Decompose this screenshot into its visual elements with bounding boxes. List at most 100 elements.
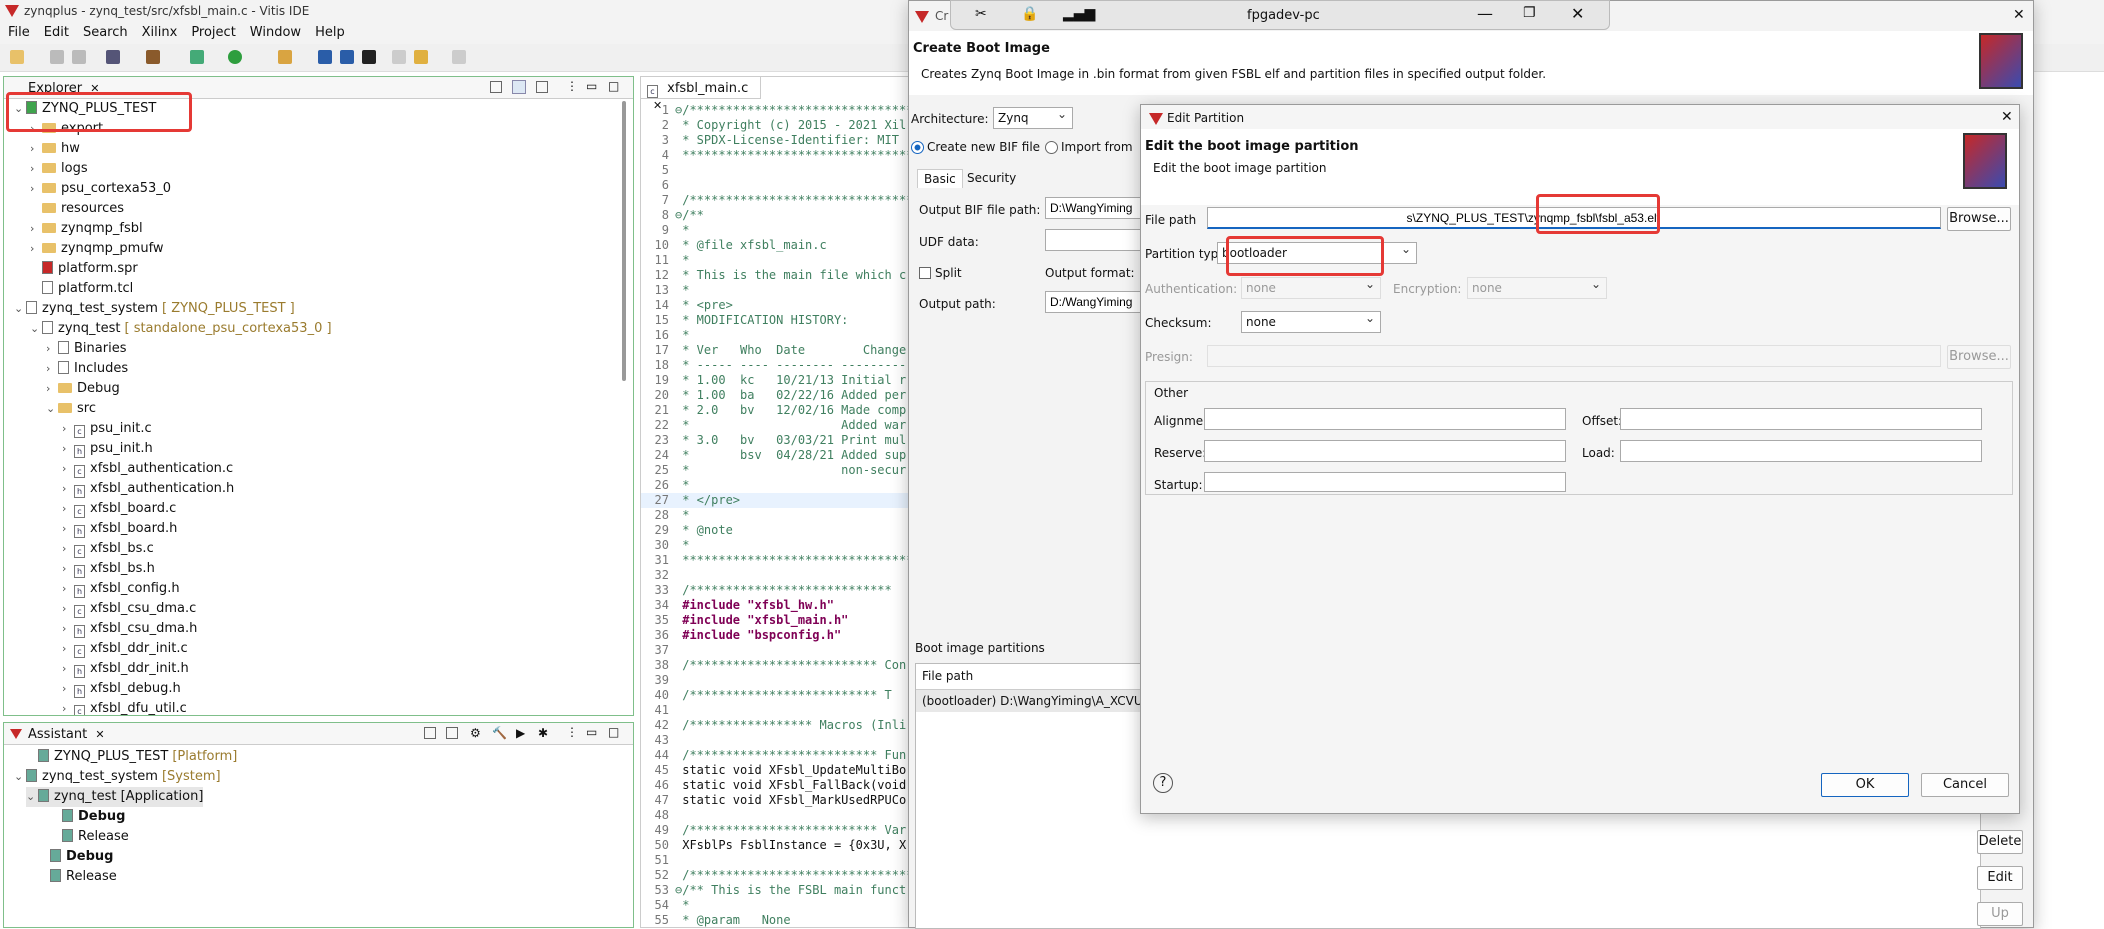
authentication-select[interactable]: none	[1241, 277, 1381, 299]
chevron-icon[interactable]: ›	[62, 599, 74, 619]
chevron-icon[interactable]: ›	[62, 499, 74, 519]
close-icon[interactable]: ✕	[95, 728, 104, 741]
maximize-icon[interactable]: □	[608, 79, 619, 93]
chevron-icon[interactable]: ›	[62, 479, 74, 499]
delete-button[interactable]: Delete	[1977, 830, 2023, 854]
tree-item[interactable]: › zynqmp_fsbl	[30, 219, 143, 239]
browse-button[interactable]: Browse...	[1947, 207, 2011, 231]
code-view[interactable]: 1⊖/*************************************…	[641, 103, 911, 929]
minimize-icon[interactable]: ▭	[586, 725, 597, 739]
close-icon[interactable]: ✕	[1571, 4, 1584, 23]
architecture-select[interactable]: Zynq	[993, 107, 1073, 129]
external-tools-icon[interactable]	[278, 50, 292, 64]
collapse-all-icon[interactable]	[490, 81, 502, 93]
back-icon[interactable]	[392, 50, 406, 64]
menu-item[interactable]: Project	[191, 25, 235, 40]
maximize-icon[interactable]: □	[608, 725, 619, 739]
chevron-icon[interactable]: ›	[62, 699, 74, 715]
console-icon[interactable]	[362, 50, 376, 64]
startup-field[interactable]	[1204, 472, 1566, 492]
link-editor-icon[interactable]	[512, 80, 526, 94]
presign-browse-button[interactable]: Browse...	[1947, 345, 2011, 369]
tree-item[interactable]: › h xfsbl_board.h	[62, 519, 177, 539]
tree-item[interactable]: › c xfsbl_csu_dma.c	[62, 599, 196, 619]
tree-item[interactable]: ⌄ zynq_test[ standalone_psu_cortexa53_0 ]	[30, 319, 332, 339]
chevron-icon[interactable]: ›	[62, 659, 74, 679]
chevron-icon[interactable]: ⌄	[26, 787, 38, 807]
alignment-field[interactable]	[1204, 408, 1566, 430]
tree-item[interactable]: Release	[50, 827, 129, 847]
minimize-icon[interactable]: ▭	[586, 79, 597, 93]
tree-item[interactable]: › c psu_init.c	[62, 419, 152, 439]
chevron-icon[interactable]: ›	[62, 519, 74, 539]
radio-import[interactable]	[1045, 141, 1058, 154]
chevron-icon[interactable]: ›	[62, 539, 74, 559]
chevron-icon[interactable]: ›	[62, 459, 74, 479]
minimize-icon[interactable]: —	[1477, 4, 1493, 23]
tree-item[interactable]: › h psu_init.h	[62, 439, 153, 459]
tree-item[interactable]: › c xfsbl_ddr_init.c	[62, 639, 188, 659]
chevron-icon[interactable]: ⌄	[14, 299, 26, 319]
close-icon[interactable]: ✕	[2001, 109, 2013, 125]
tree-item[interactable]: ⌄ zynq_test_system [System]	[14, 767, 221, 787]
checksum-select[interactable]: none	[1241, 311, 1381, 333]
debug-icon[interactable]: ✱	[538, 726, 548, 740]
chevron-icon[interactable]: ›	[62, 639, 74, 659]
scrollbar[interactable]	[622, 101, 626, 381]
menu-item[interactable]: Xilinx	[142, 25, 178, 40]
chevron-icon[interactable]: ›	[46, 359, 58, 379]
up-button[interactable]: Up	[1977, 902, 2023, 926]
run-icon[interactable]	[228, 50, 242, 64]
tree-item[interactable]: ⌄ zynq_test_system[ ZYNQ_PLUS_TEST ]	[14, 299, 295, 319]
build-icon[interactable]: 🔨	[492, 726, 507, 740]
tree-item[interactable]: Debug	[38, 847, 113, 867]
serial-icon[interactable]	[340, 50, 354, 64]
tree-item[interactable]: › hw	[30, 139, 80, 159]
presign-field[interactable]	[1207, 345, 1941, 367]
tree-item[interactable]: › h xfsbl_csu_dma.h	[62, 619, 197, 639]
offset-field[interactable]	[1620, 408, 1982, 430]
tree-item[interactable]: › h xfsbl_bs.h	[62, 559, 155, 579]
collapse-icon[interactable]	[424, 727, 436, 739]
chevron-icon[interactable]: ›	[62, 439, 74, 459]
prev-edit-icon[interactable]	[414, 50, 428, 64]
assistant-tab[interactable]: Assistant ✕ ⚙ 🔨 ▶ ✱ ⋮ ▭ □	[4, 723, 633, 745]
menu-item[interactable]: Search	[83, 25, 128, 40]
save-all-icon[interactable]	[72, 50, 86, 64]
tree-item[interactable]: › c xfsbl_dfu_util.c	[62, 699, 187, 715]
chevron-icon[interactable]: ⌄	[14, 767, 26, 787]
tree-item[interactable]: platform.tcl	[30, 279, 133, 299]
expand-icon[interactable]	[446, 727, 458, 739]
reserve-field[interactable]	[1204, 440, 1566, 462]
chevron-icon[interactable]: ›	[30, 239, 42, 259]
chevron-icon[interactable]: ›	[30, 159, 42, 179]
close-icon[interactable]: ✕	[2013, 7, 2025, 23]
menu-item[interactable]: Edit	[44, 25, 69, 40]
tree-item[interactable]: › h xfsbl_ddr_init.h	[62, 659, 189, 679]
chevron-icon[interactable]: ›	[62, 679, 74, 699]
tree-item[interactable]: › Debug	[46, 379, 120, 399]
menu-item[interactable]: Help	[315, 25, 345, 40]
tree-item[interactable]: › h xfsbl_debug.h	[62, 679, 181, 699]
tree-item[interactable]: › psu_cortexa53_0	[30, 179, 171, 199]
view-menu-icon[interactable]: ⋮	[566, 79, 578, 93]
run-icon[interactable]: ▶	[516, 726, 525, 740]
settings-icon[interactable]: ⚙	[470, 726, 481, 740]
chevron-icon[interactable]: ›	[46, 379, 58, 399]
menu-item[interactable]: File	[8, 25, 30, 40]
tree-item[interactable]: › logs	[30, 159, 88, 179]
tree-item[interactable]: › c xfsbl_authentication.c	[62, 459, 233, 479]
tree-item[interactable]: Release	[38, 867, 117, 887]
split-checkbox[interactable]	[919, 267, 931, 279]
debug-icon[interactable]	[190, 50, 204, 64]
editor-tab[interactable]: c xfsbl_main.c ✕	[641, 77, 761, 112]
chevron-icon[interactable]: ›	[62, 419, 74, 439]
chevron-icon[interactable]: ›	[62, 619, 74, 639]
cancel-button[interactable]: Cancel	[1921, 773, 2009, 797]
tree-item[interactable]: ⌄ zynq_test [Application]	[26, 787, 204, 807]
tree-item[interactable]: ⌄ src	[46, 399, 96, 419]
chevron-icon[interactable]: ›	[46, 339, 58, 359]
build-icon[interactable]	[146, 50, 160, 64]
restore-icon[interactable]: ❐	[1523, 5, 1536, 21]
bif-path-field[interactable]	[1045, 197, 1145, 219]
